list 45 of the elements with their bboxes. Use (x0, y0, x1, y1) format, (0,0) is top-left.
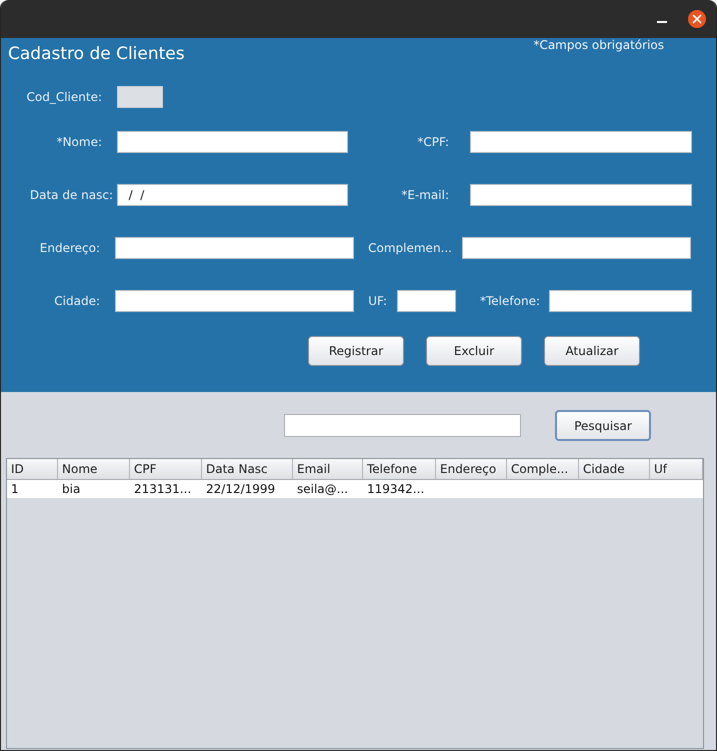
field-label: Cod_Cliente: (25, 89, 102, 106)
action-button[interactable]: Atualizar (544, 336, 640, 366)
column-header[interactable]: Data Nasc (202, 459, 293, 479)
form-title: Cadastro de Clientes (8, 45, 185, 64)
text-field[interactable] (549, 290, 692, 312)
text-field[interactable] (470, 184, 692, 206)
text-field[interactable] (462, 237, 691, 259)
table-cell-text: seila@... (296, 481, 350, 498)
column-header[interactable]: ID (7, 459, 58, 479)
required-note: *Campos obrigatórios (533, 38, 664, 53)
column-header[interactable]: Comple... (507, 459, 579, 479)
text-field[interactable] (115, 237, 354, 259)
column-header[interactable]: CPF (130, 459, 202, 479)
table-cell-text: 1 (10, 481, 20, 498)
action-button[interactable]: Excluir (426, 336, 522, 366)
search-button[interactable]: Pesquisar (555, 410, 651, 441)
text-field[interactable] (117, 131, 348, 153)
field-label: *Telefone: (479, 293, 540, 310)
field-label: UF: (368, 293, 387, 310)
table-cell-text: bia (61, 481, 82, 498)
action-button[interactable]: Registrar (308, 336, 404, 366)
text-field[interactable]: / / (117, 184, 348, 206)
field-label: *CPF: (416, 134, 449, 151)
text-field[interactable] (115, 290, 354, 312)
column-header[interactable]: Telefone (363, 459, 436, 479)
field-label: Data de nasc: (28, 187, 113, 204)
field-label: Complemen... (367, 240, 452, 257)
text-field[interactable] (397, 290, 456, 312)
table-cell-text: 22/12/1999 (205, 481, 276, 498)
column-header[interactable]: Endereço (436, 459, 507, 479)
column-header[interactable]: Nome (58, 459, 130, 479)
close-icon[interactable] (688, 10, 706, 28)
field-label: Endereço: (38, 240, 100, 257)
search-field[interactable] (284, 414, 521, 437)
column-header[interactable]: Uf (650, 459, 703, 479)
field-label: *Nome: (56, 134, 102, 151)
field-label: *E-mail: (400, 187, 449, 204)
minimize-icon[interactable] (657, 21, 667, 23)
table-cell-text: 119342... (366, 481, 426, 498)
table-cell-text: 213131... (133, 481, 192, 498)
column-header[interactable]: Cidade (579, 459, 650, 479)
column-header[interactable]: Email (293, 459, 363, 479)
text-field[interactable] (470, 131, 692, 153)
field-label: Cidade: (53, 293, 100, 310)
table-row[interactable]: 1 bia 213131... 22/12/1999 seila@... 119342... (7, 480, 703, 498)
